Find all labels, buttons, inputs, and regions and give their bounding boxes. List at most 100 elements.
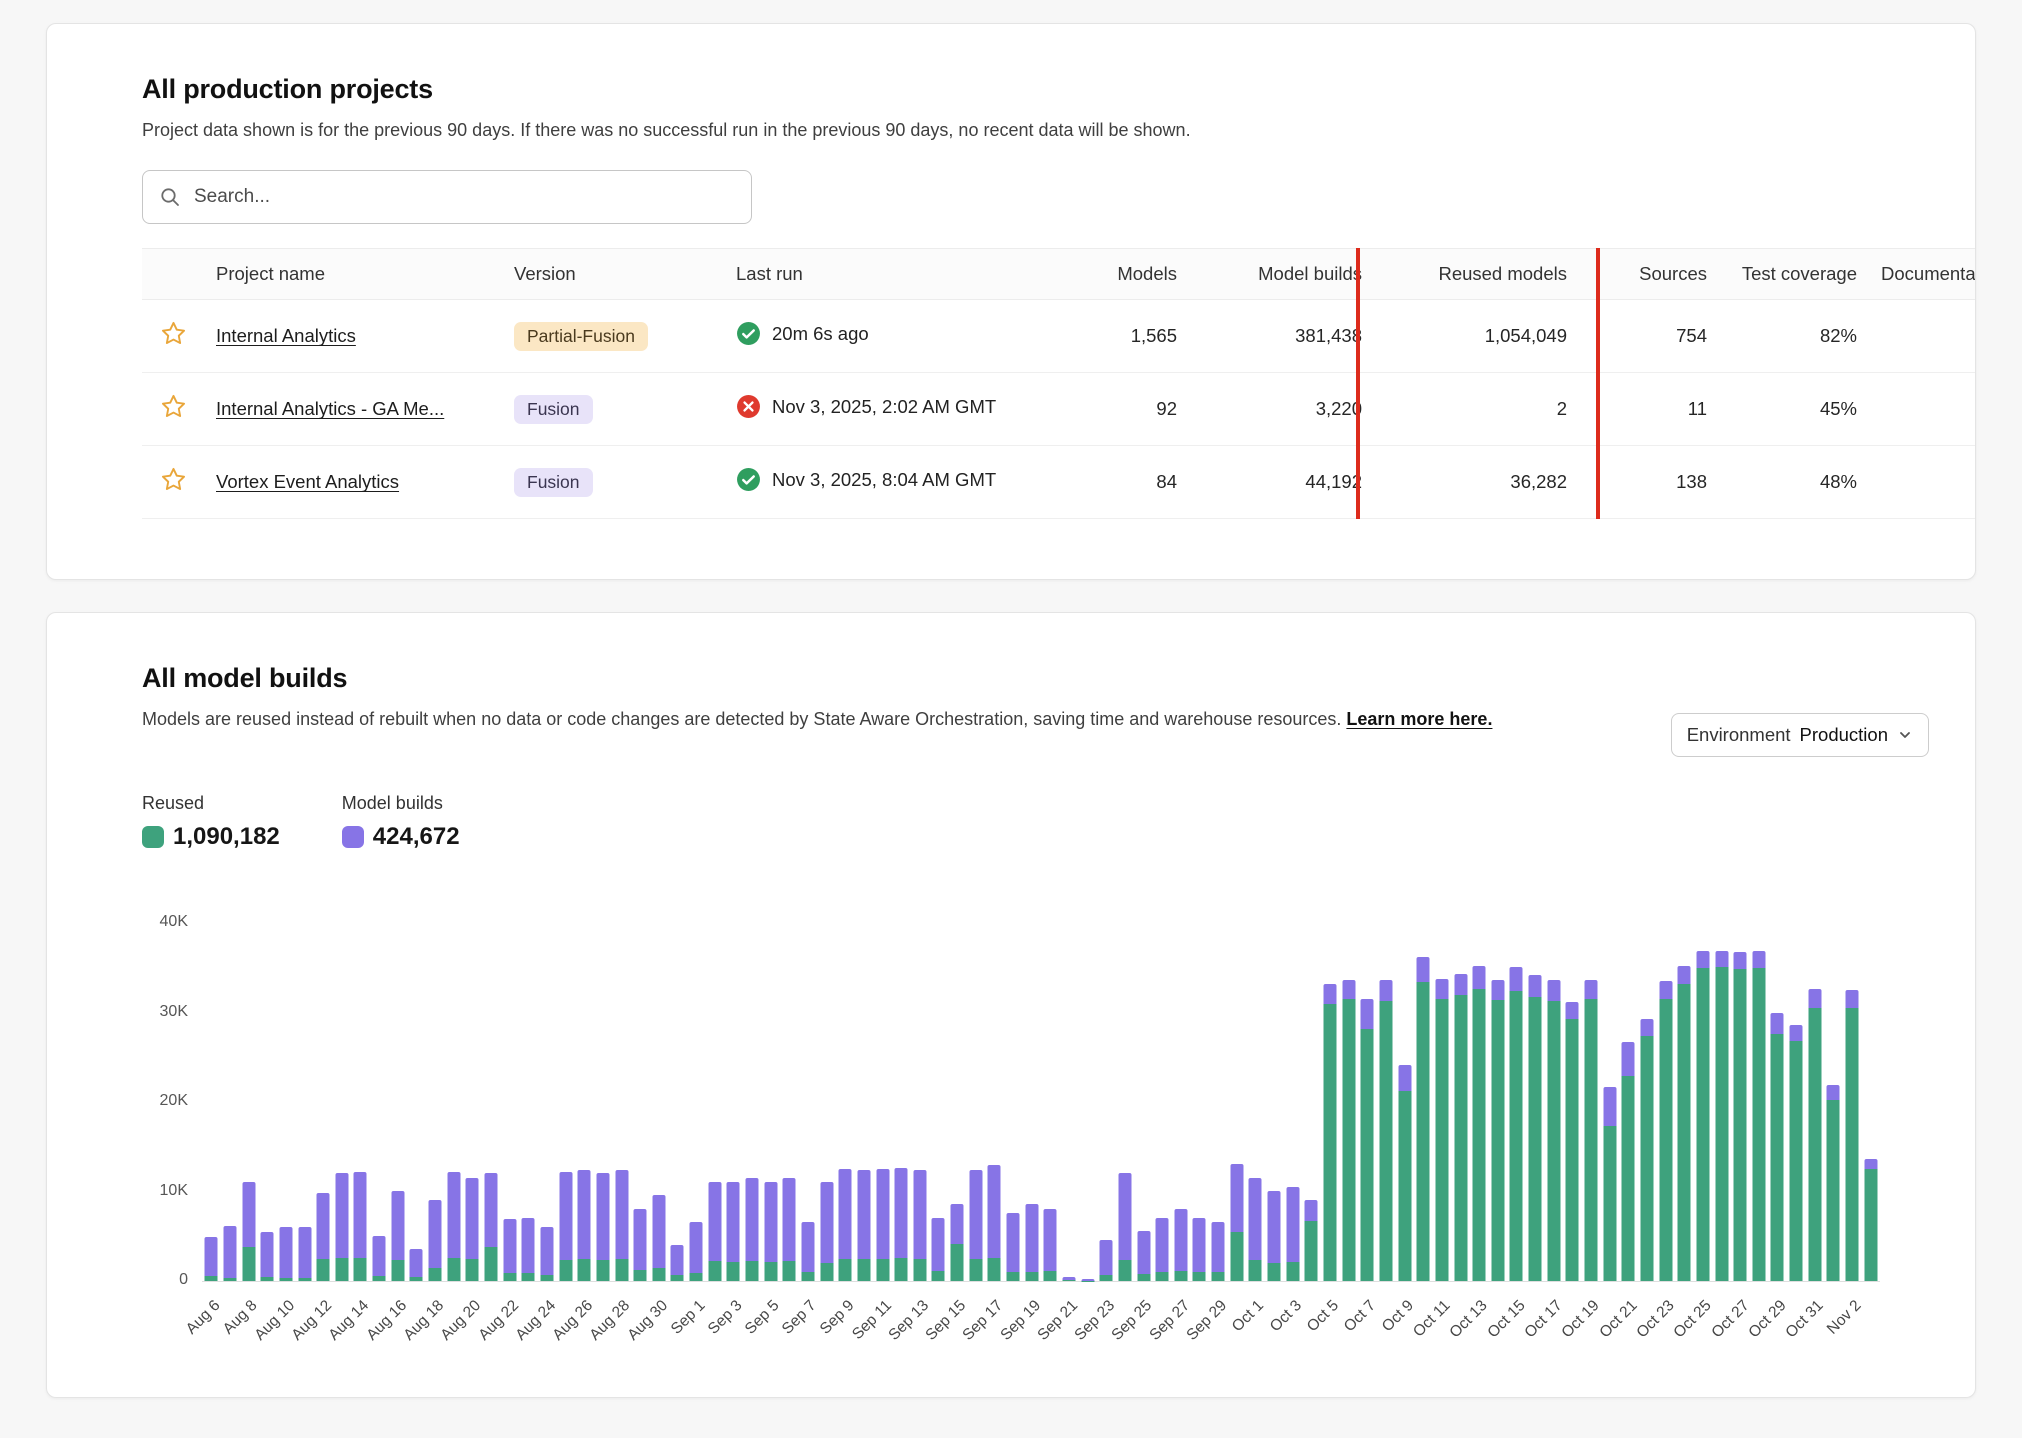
favorite-star-icon[interactable] — [160, 393, 187, 420]
model-builds-count: 44,192 — [1189, 446, 1374, 519]
model-builds-bar-segment — [298, 1227, 311, 1278]
reused-bar-segment — [1025, 1272, 1038, 1282]
column-header: Sources — [1579, 249, 1719, 300]
reused-bar-segment — [839, 1259, 852, 1281]
reused-bar-segment — [522, 1273, 535, 1281]
x-axis-tick-label: Sep 25 — [1109, 1297, 1156, 1344]
reused-bar-segment — [410, 1277, 423, 1281]
projects-table: Project nameVersionLast runModelsModel b… — [142, 248, 1976, 519]
reused-bar-segment — [876, 1259, 889, 1281]
project-name-link[interactable]: Internal Analytics - GA Me... — [216, 398, 444, 419]
reused-bar-segment — [1435, 999, 1448, 1281]
version-badge: Fusion — [514, 468, 593, 498]
reused-bar-segment — [1137, 1274, 1150, 1281]
x-axis-tick-label: Aug 24 — [512, 1297, 559, 1344]
model-builds-bar-segment — [1212, 1222, 1225, 1272]
reused-bar-segment — [1510, 991, 1523, 1281]
reused-bar-segment — [634, 1270, 647, 1282]
reused-bar-segment — [690, 1273, 703, 1281]
model-builds-bar-segment — [596, 1173, 609, 1260]
model-builds-bar-segment — [1230, 1164, 1243, 1232]
table-row: Vortex Event AnalyticsFusionNov 3, 2025,… — [142, 446, 1976, 519]
model-builds-bar-segment — [1081, 1279, 1094, 1281]
reused-bar-segment — [1529, 997, 1542, 1282]
model-builds-bar-segment — [391, 1191, 404, 1260]
reused-bar-segment — [1379, 1001, 1392, 1281]
reused-bar-segment — [1678, 984, 1691, 1281]
model-builds-bar-segment — [1771, 1013, 1784, 1034]
reused-bar-segment — [1361, 1029, 1374, 1281]
reused-bar-segment — [1827, 1100, 1840, 1282]
model-builds-bar-segment — [1603, 1087, 1616, 1125]
search-input[interactable] — [192, 185, 735, 209]
x-axis-tick-label: Oct 21 — [1596, 1297, 1641, 1342]
model-builds-bar-segment — [466, 1178, 479, 1259]
sources-count: 138 — [1579, 446, 1719, 519]
model-builds-bar-segment — [1305, 1200, 1318, 1221]
reused-bar-segment — [913, 1259, 926, 1281]
model-builds-bar-segment — [932, 1218, 945, 1271]
reused-bar-segment — [1100, 1275, 1113, 1281]
x-axis-tick-label: Oct 19 — [1559, 1297, 1604, 1342]
model-builds-bar-segment — [1827, 1085, 1840, 1099]
model-builds-bar-segment — [969, 1170, 982, 1260]
reused-bar-segment — [932, 1271, 945, 1282]
environment-select-value: Production — [1800, 724, 1888, 746]
reused-swatch-icon — [142, 826, 164, 848]
version-badge: Partial-Fusion — [514, 322, 648, 352]
x-axis-tick-label: Aug 20 — [438, 1297, 485, 1344]
reused-bar-segment — [1790, 1041, 1803, 1282]
reused-bar-segment — [1193, 1272, 1206, 1282]
reused-bar-segment — [1118, 1260, 1131, 1281]
model-builds-bar-segment — [708, 1182, 721, 1261]
reused-bar-segment — [1062, 1280, 1075, 1281]
favorite-star-icon[interactable] — [160, 320, 187, 347]
model-builds-bar-segment — [1025, 1204, 1038, 1271]
project-search-box[interactable] — [142, 170, 752, 224]
chart-legend: Reused 1,090,182 Model builds 424,672 — [142, 793, 1880, 851]
star-column-header — [142, 249, 204, 300]
reused-bar-segment — [1603, 1126, 1616, 1282]
column-header: Test coverage — [1719, 249, 1869, 300]
reused-bar-segment — [1007, 1272, 1020, 1282]
version-badge: Fusion — [514, 395, 593, 425]
column-header: Documentation — [1869, 249, 1976, 300]
reused-bar-segment — [484, 1247, 497, 1282]
reused-bar-segment — [1473, 989, 1486, 1282]
model-builds-bar-segment — [279, 1227, 292, 1278]
reused-bar-segment — [708, 1261, 721, 1282]
model-builds-bar-segment — [1454, 974, 1467, 995]
environment-select[interactable]: Environment Production — [1671, 713, 1929, 757]
projects-table-header-row: Project nameVersionLast runModelsModel b… — [142, 249, 1976, 300]
reused-bar-segment — [1734, 969, 1747, 1281]
table-row: Internal AnalyticsPartial-Fusion20m 6s a… — [142, 300, 1976, 373]
model-builds-bar-segment — [223, 1226, 236, 1278]
reused-bar-segment — [1156, 1272, 1169, 1281]
projects-card-subtitle: Project data shown is for the previous 9… — [142, 119, 1975, 142]
x-axis-tick-label: Sep 11 — [849, 1297, 896, 1344]
reused-bar-segment — [391, 1260, 404, 1281]
x-axis-tick-label: Sep 19 — [997, 1297, 1044, 1344]
reused-bar-segment — [1398, 1091, 1411, 1282]
reused-bar-segment — [1585, 999, 1598, 1281]
reused-bar-segment — [1305, 1221, 1318, 1282]
y-axis-tick-label: 0 — [142, 1271, 188, 1289]
documentation-cell — [1869, 300, 1976, 373]
models-count: 84 — [1059, 446, 1189, 519]
y-axis-tick-label: 20K — [142, 1092, 188, 1110]
project-name-link[interactable]: Vortex Event Analytics — [216, 471, 399, 492]
model-builds-bar-segment — [1193, 1218, 1206, 1272]
reused-bar-segment — [1230, 1232, 1243, 1281]
reused-bar-segment — [895, 1258, 908, 1281]
reused-bar-segment — [857, 1259, 870, 1281]
project-name-link[interactable]: Internal Analytics — [216, 325, 356, 346]
reused-bar-segment — [1771, 1034, 1784, 1281]
reused-bar-segment — [1268, 1263, 1281, 1282]
x-axis-tick-label: Nov 2 — [1823, 1297, 1864, 1338]
reused-bar-segment — [373, 1276, 386, 1281]
favorite-star-icon[interactable] — [160, 466, 187, 493]
model-builds-bar-segment — [1268, 1191, 1281, 1263]
x-axis-tick-label: Aug 18 — [400, 1297, 447, 1344]
model-builds-bar-segment — [1118, 1173, 1131, 1260]
learn-more-link[interactable]: Learn more here. — [1346, 709, 1492, 729]
